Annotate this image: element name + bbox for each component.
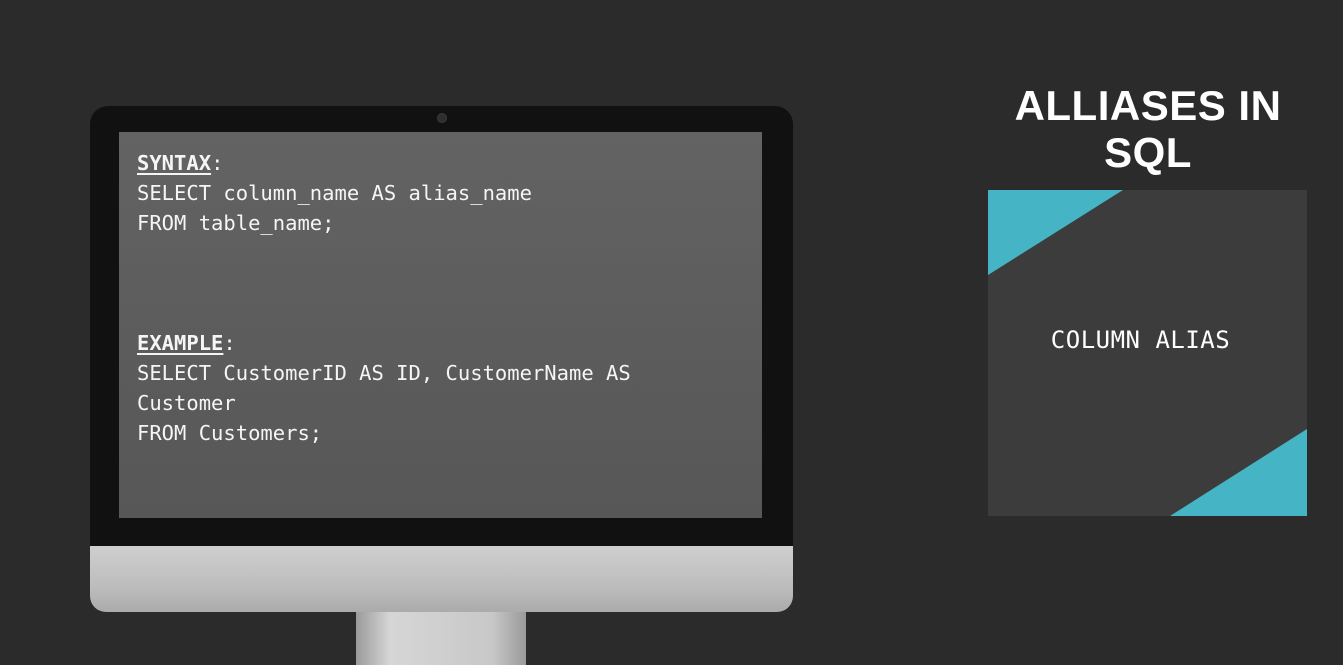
title-line-2: SQL [1104, 129, 1192, 176]
card-label: COLUMN ALIAS [1050, 326, 1231, 354]
monitor-chin [90, 546, 793, 612]
monitor-stand [356, 612, 526, 665]
syntax-line-1: SELECT column_name AS alias_name [137, 181, 532, 205]
example-line-1: SELECT CustomerID AS ID, CustomerName AS [137, 361, 631, 385]
camera-icon [437, 113, 447, 123]
syntax-colon: : [211, 151, 224, 175]
monitor-screen: SYNTAX: SELECT column_name AS alias_name… [119, 132, 762, 518]
syntax-heading-line: SYNTAX: [137, 148, 744, 178]
example-colon: : [223, 331, 236, 355]
title-line-1: ALLIASES IN [1014, 82, 1282, 129]
syntax-heading: SYNTAX [137, 151, 212, 175]
topic-card: COLUMN ALIAS [988, 190, 1307, 516]
top-left-triangle [988, 190, 1123, 275]
example-line-2: Customer [137, 391, 236, 415]
example-line-3: FROM Customers; [137, 421, 323, 445]
example-heading-line: EXAMPLE: [137, 328, 744, 358]
example-heading: EXAMPLE [137, 331, 224, 355]
bottom-right-triangle [1170, 429, 1307, 516]
page-title: ALLIASES IN SQL [990, 82, 1306, 176]
syntax-line-2: FROM table_name; [137, 211, 335, 235]
